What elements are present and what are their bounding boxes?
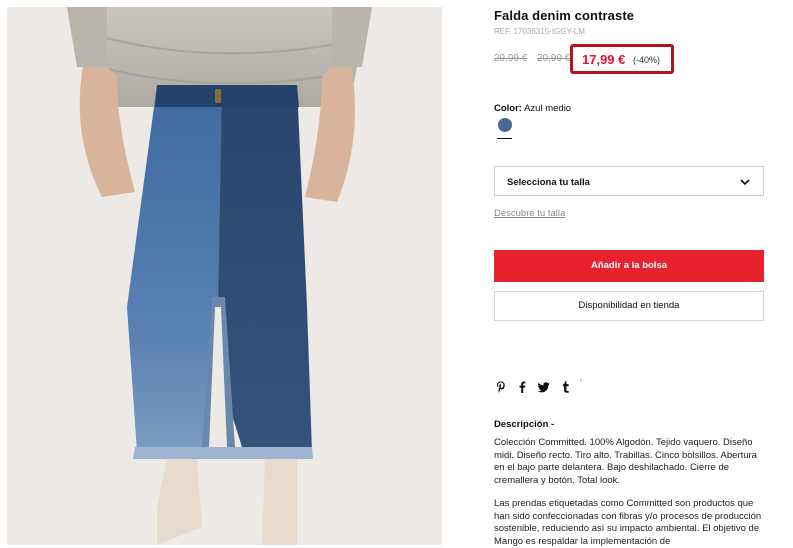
previous-price: 20,99 €: [537, 53, 571, 64]
discount-badge: (-40%): [633, 55, 661, 65]
add-to-bag-button[interactable]: Añadir a la bolsa: [494, 250, 764, 282]
color-value: Azul medio: [524, 103, 572, 114]
product-image[interactable]: [7, 7, 442, 545]
size-select[interactable]: Selecciona tu talla: [494, 166, 764, 196]
color-label: Color:: [494, 103, 522, 114]
description-title: Descripción -: [494, 419, 555, 430]
color-swatch-azul-medio[interactable]: [498, 118, 512, 132]
more-icon: ': [580, 378, 582, 388]
product-reference: REF. 17036315-IGGY-LM: [494, 27, 585, 36]
tumblr-icon[interactable]: [562, 380, 570, 398]
original-price: 29,99 €: [494, 53, 528, 64]
price-block: 29,99 € 20,99 € 17,99 € (-40%): [494, 44, 766, 75]
denim-skirt-illustration: [7, 7, 442, 545]
chevron-down-icon: [740, 179, 750, 186]
product-title: Falda denim contraste: [494, 8, 635, 23]
description-paragraph-2: Las prendas etiquetadas como Committed s…: [494, 498, 762, 547]
pinterest-icon[interactable]: [496, 380, 506, 398]
size-guide-link[interactable]: Descubre tu talla: [494, 208, 565, 219]
store-availability-button[interactable]: Disponibilidad en tienda: [494, 291, 764, 321]
description-paragraph-1: Colección Committed. 100% Algodón. Tejid…: [494, 437, 757, 486]
twitter-icon[interactable]: [537, 380, 550, 398]
facebook-icon[interactable]: [518, 380, 526, 398]
sale-price: 17,99 €: [582, 52, 626, 67]
size-select-label: Selecciona tu talla: [507, 177, 590, 188]
color-label-row: Color: Azul medio: [494, 103, 571, 114]
swatch-selected-underline: [497, 138, 512, 139]
sale-price-highlight: 17,99 € (-40%): [570, 44, 674, 74]
